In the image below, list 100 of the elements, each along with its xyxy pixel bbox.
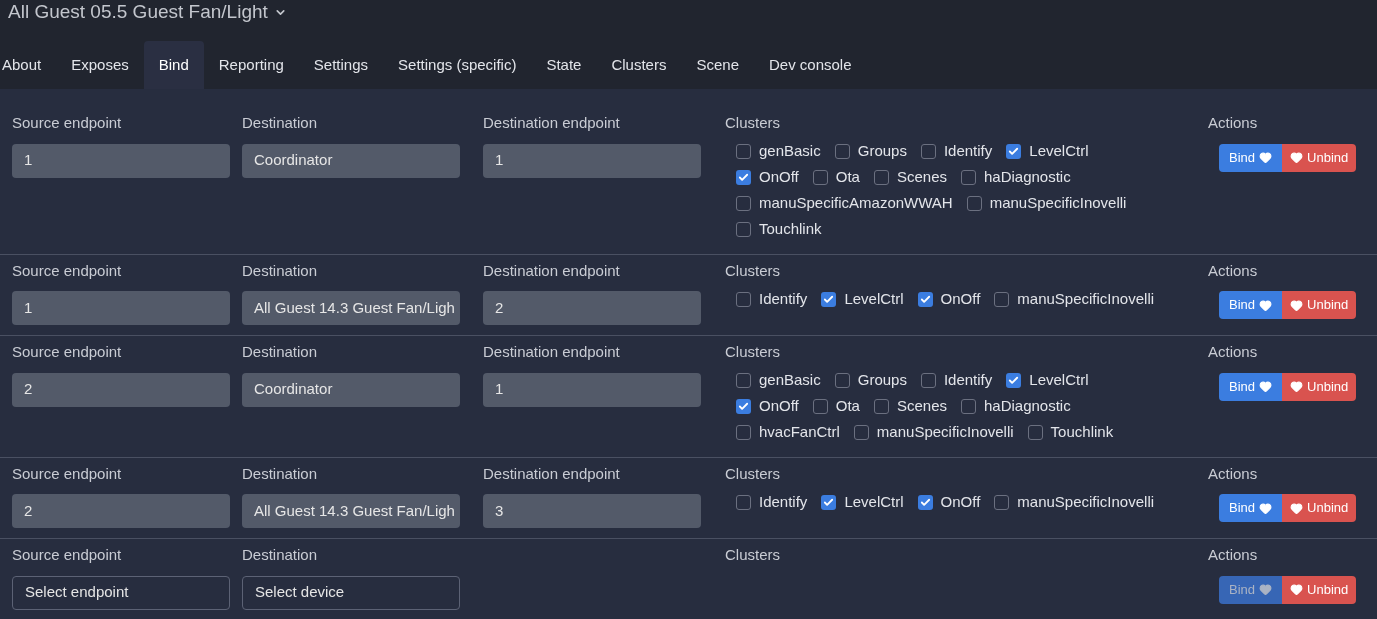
input-field[interactable]: 2 (483, 291, 701, 325)
checkbox-label: Identify (943, 141, 993, 162)
checkbox[interactable] (961, 170, 976, 185)
checkbox[interactable] (834, 144, 850, 159)
heart-icon (1259, 298, 1273, 312)
checkbox-label: OnOff (759, 396, 799, 417)
tab[interactable]: Dev console (754, 41, 867, 89)
field-label: Clusters (725, 113, 781, 133)
checkbox[interactable] (917, 494, 933, 510)
input-field[interactable]: All Guest 14.3 Guest Fan/Ligh (242, 494, 460, 528)
tab[interactable]: About (0, 41, 57, 89)
tab[interactable]: Clusters (596, 41, 682, 89)
heart-icon (1259, 501, 1273, 515)
checkbox-label: Ota (835, 167, 860, 188)
bind-button[interactable]: Bind (1219, 291, 1283, 319)
input-field[interactable]: All Guest 14.3 Guest Fan/Ligh (242, 291, 460, 325)
tab[interactable]: Reporting (203, 41, 299, 89)
checkbox-label: OnOff (759, 167, 799, 188)
input-field[interactable]: Coordinator (242, 143, 460, 178)
field-label: Clusters (725, 463, 781, 484)
tab[interactable]: Bind (143, 41, 204, 89)
unbind-button[interactable]: Unbind (1282, 575, 1357, 604)
checkbox-label: Groups (857, 370, 907, 391)
unbind-button[interactable]: Unbind (1282, 143, 1357, 172)
input-field[interactable]: 2 (12, 494, 230, 528)
select-field[interactable]: Select endpoint (12, 575, 230, 610)
checkbox-label: OnOff (940, 288, 981, 309)
field-label: Destination (242, 342, 319, 362)
checkbox[interactable] (917, 291, 933, 307)
checkbox-label: Identify (943, 370, 993, 391)
checkbox[interactable] (736, 494, 751, 510)
checkbox[interactable] (961, 399, 976, 414)
input-field[interactable]: 1 (483, 372, 701, 407)
unbind-button[interactable]: Unbind (1282, 291, 1357, 319)
tab[interactable]: Settings (298, 41, 384, 89)
checkbox[interactable] (821, 494, 837, 510)
checkbox[interactable] (736, 399, 751, 414)
field-label: Source endpoint (12, 342, 123, 362)
checkbox[interactable] (736, 425, 751, 440)
bind-button[interactable]: Bind (1219, 372, 1283, 401)
checkbox-label: LevelCtrl (844, 288, 904, 309)
checkbox-label: Touchlink (759, 219, 822, 240)
field-label: Actions (1208, 463, 1259, 484)
checkbox-label: OnOff (940, 491, 981, 512)
checkbox[interactable] (873, 170, 889, 185)
field-label: Clusters (725, 342, 781, 362)
field-label: Destination endpoint (483, 113, 621, 133)
field-label: Destination endpoint (483, 260, 621, 281)
checkbox[interactable] (812, 170, 828, 185)
checkbox[interactable] (994, 291, 1010, 307)
checkbox[interactable] (873, 399, 889, 414)
checkbox[interactable] (994, 494, 1010, 510)
field-label: Clusters (725, 260, 781, 281)
checkbox-label: manuSpecificInovelli (876, 422, 1014, 443)
checkbox[interactable] (736, 144, 751, 159)
checkbox-label: manuSpecificInovelli (1017, 491, 1155, 512)
field-label: Actions (1208, 260, 1259, 281)
checkbox-label: genBasic (759, 141, 821, 162)
checkbox-label: manuSpecificInovelli (989, 193, 1127, 214)
checkbox[interactable] (736, 373, 751, 388)
checkbox-label: manuSpecificInovelli (1017, 288, 1155, 309)
select-field[interactable]: Select device (242, 575, 460, 610)
checkbox[interactable] (966, 196, 982, 211)
checkbox[interactable] (834, 373, 850, 388)
field-label: Actions (1208, 113, 1259, 133)
tab[interactable]: Exposes (56, 41, 144, 89)
checkbox[interactable] (1006, 144, 1022, 159)
bind-button[interactable]: Bind (1219, 143, 1283, 172)
field-label: Destination endpoint (483, 463, 621, 484)
checkbox[interactable] (736, 170, 751, 185)
tab[interactable]: Scene (681, 41, 754, 89)
checkbox[interactable] (1027, 425, 1043, 440)
checkbox[interactable] (1006, 373, 1022, 388)
field-label: Source endpoint (12, 113, 123, 133)
unbind-button[interactable]: Unbind (1282, 494, 1357, 522)
heart-icon (1259, 380, 1273, 393)
input-field[interactable]: 1 (12, 143, 230, 178)
checkbox-label: manuSpecificAmazonWWAH (759, 193, 953, 214)
input-field[interactable]: 1 (12, 291, 230, 325)
checkbox[interactable] (853, 425, 869, 440)
checkbox-label: LevelCtrl (1029, 370, 1089, 391)
bind-button[interactable]: Bind (1219, 494, 1283, 522)
tab[interactable]: Settings (specific) (383, 41, 532, 89)
field-label: Destination (242, 463, 319, 484)
unbind-button[interactable]: Unbind (1282, 372, 1357, 401)
checkbox[interactable] (736, 291, 751, 307)
checkbox[interactable] (736, 196, 751, 211)
tab[interactable]: State (531, 41, 597, 89)
field-label: Actions (1208, 342, 1259, 362)
checkbox-label: Groups (857, 141, 907, 162)
input-field[interactable]: 2 (12, 372, 230, 407)
checkbox[interactable] (920, 373, 936, 388)
checkbox[interactable] (812, 399, 828, 414)
checkbox[interactable] (821, 291, 837, 307)
field-label: Destination endpoint (483, 342, 621, 362)
input-field[interactable]: 3 (483, 494, 701, 528)
checkbox[interactable] (736, 222, 751, 237)
checkbox[interactable] (920, 144, 936, 159)
input-field[interactable]: Coordinator (242, 372, 460, 407)
input-field[interactable]: 1 (483, 143, 701, 178)
